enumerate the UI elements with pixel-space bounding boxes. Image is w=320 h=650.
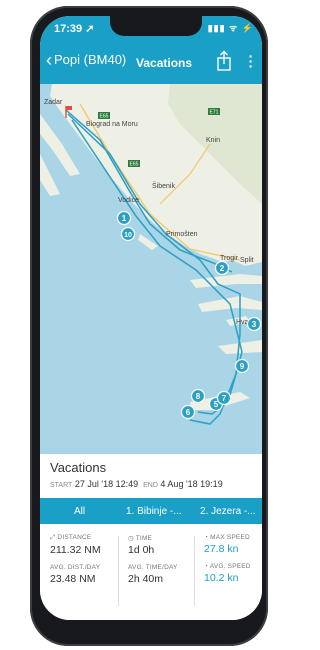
road-shield-e71: E71	[210, 110, 219, 116]
tab-leg-2[interactable]: 2. Jezera -...	[200, 506, 256, 517]
app-screen: 17:39 ➚ ▮▮▮ ᯤ ⚡ ‹ Popi (BM40) Vacations …	[40, 16, 262, 620]
svg-text:8: 8	[196, 392, 201, 401]
speedometer-icon: ◔	[204, 534, 209, 541]
avg-speed-value: 10.2 kn	[204, 572, 239, 584]
avg-dist-value: 23.48 NM	[50, 573, 96, 585]
trip-map[interactable]: Zadar Biograd na Moru Vodice Šibenik Pri…	[40, 84, 262, 454]
svg-text:2: 2	[220, 264, 225, 273]
leg-tabs: All 1. Bibinje -... 2. Jezera -...	[40, 498, 262, 526]
share-icon[interactable]	[216, 50, 232, 72]
start-date: 27 Jul '18 12:49	[74, 479, 139, 489]
map-label-zadar: Zadar	[44, 99, 63, 106]
distance-label: ⤢ DISTANCE	[50, 534, 92, 541]
max-speed-label: ◔ MAX SPEED	[204, 534, 250, 541]
road-shield-e65-a: E65	[100, 114, 109, 120]
avg-time-label: AVG. TIME/DAY	[128, 564, 178, 571]
waypoint-marker[interactable]: 2	[214, 260, 230, 276]
back-button[interactable]: ‹ Popi (BM40)	[46, 49, 127, 70]
waypoint-marker[interactable]: 6	[180, 404, 196, 420]
phone-notch	[110, 16, 202, 36]
clock-icon: ◷	[128, 535, 134, 542]
tab-all[interactable]: All	[63, 506, 96, 526]
waypoint-marker[interactable]: 9	[234, 358, 250, 374]
map-label-split: Split	[240, 257, 254, 264]
svg-text:7: 7	[222, 394, 227, 403]
stats-divider	[118, 536, 119, 606]
map-label-sibenik: Šibenik	[152, 181, 175, 190]
trip-title: Vacations	[50, 460, 107, 475]
waypoint-marker[interactable]: 8	[190, 388, 206, 404]
status-time: 17:39 ➚	[54, 23, 95, 35]
status-icons: ▮▮▮ ᯤ ⚡	[207, 23, 254, 33]
stats-time-column: ◷ TIME 1d 0h AVG. TIME/DAY 2h 40m	[128, 534, 178, 593]
avg-time-value: 2h 40m	[128, 573, 164, 585]
stats-distance-column: ⤢ DISTANCE 211.32 NM AVG. DIST./DAY 23.4…	[50, 534, 101, 593]
trip-stats: ⤢ DISTANCE 211.32 NM AVG. DIST./DAY 23.4…	[40, 530, 262, 620]
stats-divider	[194, 536, 195, 606]
page-title: Vacations	[136, 56, 193, 70]
distance-value: 211.32 NM	[50, 544, 101, 556]
svg-text:3: 3	[252, 320, 257, 329]
waypoint-marker[interactable]: 10	[120, 226, 136, 242]
avg-speed-label: ◔ AVG. SPEED	[204, 563, 251, 570]
speedometer-icon: ◔	[204, 563, 209, 570]
distance-icon: ⤢	[50, 534, 56, 541]
stats-speed-column: ◔ MAX SPEED 27.8 kn ◔ AVG. SPEED 10.2 kn	[204, 534, 251, 592]
road-shield-e65-b: E65	[130, 162, 139, 168]
end-date: 4 Aug '18 19:19	[160, 479, 223, 489]
start-label: START	[50, 482, 73, 489]
time-value: 1d 0h	[128, 544, 155, 556]
waypoint-marker[interactable]: 1	[116, 210, 132, 226]
more-options-icon[interactable]: · · ·	[246, 49, 256, 73]
max-speed-value: 27.8 kn	[204, 543, 239, 555]
svg-text:9: 9	[240, 362, 245, 371]
waypoint-marker[interactable]: 7	[216, 390, 232, 406]
map-label-biograd: Biograd na Moru	[86, 121, 138, 128]
waypoint-marker[interactable]: 3	[246, 316, 262, 332]
time-label: ◷ TIME	[128, 535, 153, 542]
map-label-primosten: Primošten	[166, 231, 198, 238]
end-label: END	[143, 482, 158, 489]
trip-summary-panel: Vacations START 27 Jul '18 12:49 END 4 A…	[40, 454, 262, 620]
nav-bar: ‹ Popi (BM40) Vacations · · ·	[40, 40, 262, 84]
trip-dates: START 27 Jul '18 12:49 END 4 Aug '18 19:…	[50, 479, 223, 489]
chevron-left-icon: ‹	[46, 49, 52, 70]
map-label-knin: Knin	[206, 137, 220, 144]
tab-leg-1[interactable]: 1. Bibinje -...	[126, 506, 182, 517]
svg-text:10: 10	[124, 232, 132, 239]
back-label: Popi (BM40)	[54, 52, 127, 67]
svg-text:6: 6	[186, 408, 191, 417]
avg-dist-label: AVG. DIST./DAY	[50, 564, 101, 571]
map-label-vodice: Vodice	[118, 197, 139, 204]
svg-text:1: 1	[122, 214, 127, 223]
